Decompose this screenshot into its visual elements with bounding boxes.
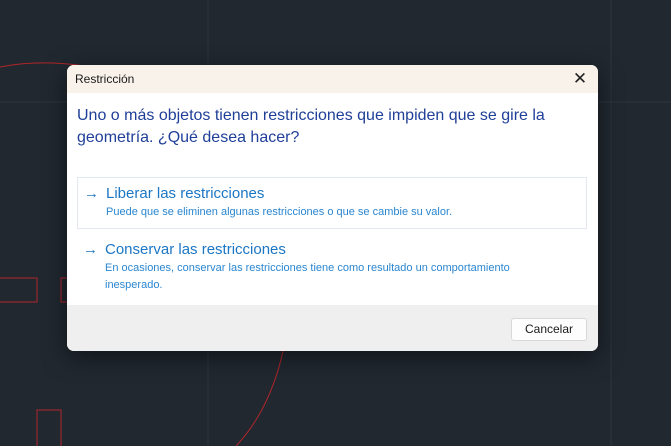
arrow-right-icon: → — [84, 185, 99, 202]
keep-constraints-option[interactable]: → Conservar las restricciones En ocasione… — [77, 234, 587, 298]
dialog-footer: Cancelar — [67, 305, 598, 351]
option-description: Puede que se eliminen algunas restriccio… — [106, 206, 453, 218]
option-label: Conservar las restricciones — [105, 241, 286, 258]
title-bar: Restricción ✕ — [67, 65, 598, 93]
option-label: Liberar las restricciones — [106, 185, 265, 202]
close-icon[interactable]: ✕ — [570, 69, 590, 89]
dialog-title: Restricción — [75, 72, 135, 86]
release-constraints-option[interactable]: → Liberar las restricciones Puede que se … — [77, 177, 587, 229]
restriction-dialog: Restricción ✕ Uno o más objetos tienen r… — [67, 65, 598, 351]
drawing-rect — [0, 277, 38, 303]
option-description: En ocasiones, conservar las restriccione… — [105, 262, 510, 291]
arrow-right-icon: → — [83, 241, 98, 258]
cancel-button[interactable]: Cancelar — [511, 318, 587, 341]
dialog-heading: Uno o más objetos tienen restricciones q… — [77, 107, 545, 146]
